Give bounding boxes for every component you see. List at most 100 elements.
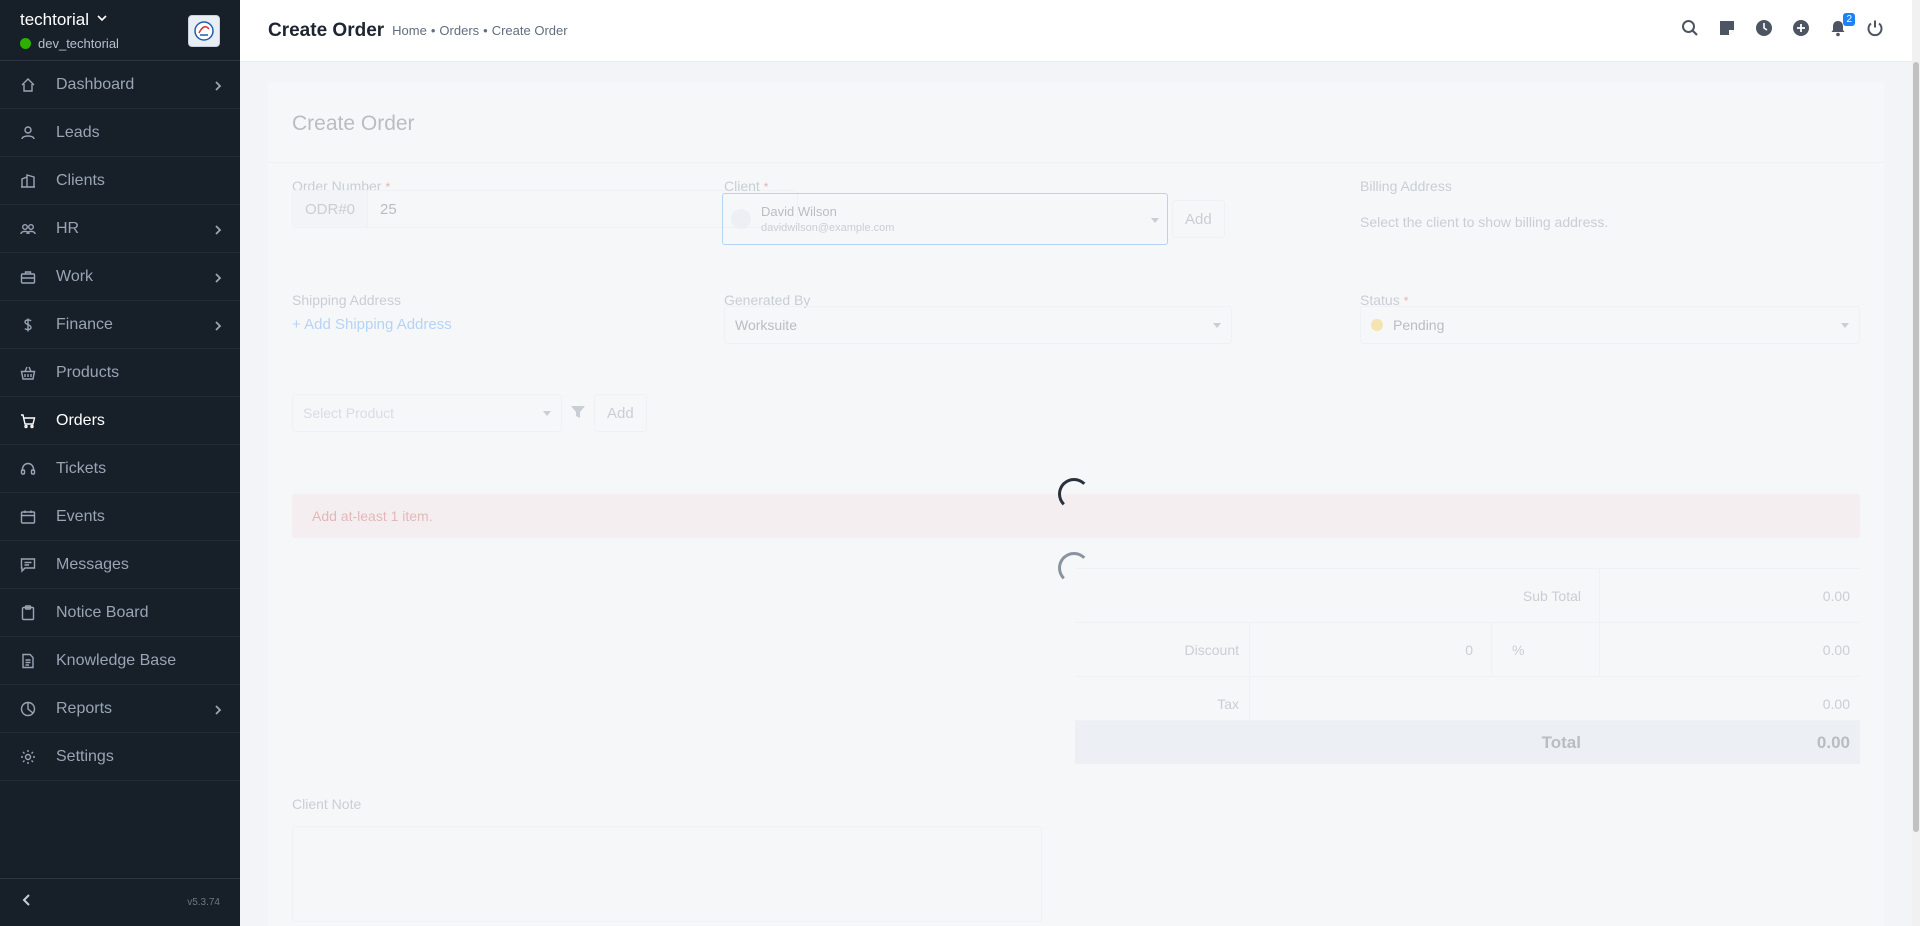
generated-by-select[interactable]: Worksuite: [724, 306, 1232, 344]
sidebar-item-reports[interactable]: Reports: [0, 685, 240, 733]
breadcrumb-separator: •: [483, 23, 488, 38]
notification-badge: 2: [1843, 13, 1855, 26]
add-client-button[interactable]: Add: [1172, 200, 1225, 238]
sidebar-item-messages[interactable]: Messages: [0, 541, 240, 589]
main-content: Create Order Order Number * ODR#0 25 Clie…: [240, 62, 1912, 926]
add-product-button[interactable]: Add: [594, 394, 647, 432]
people-icon: [20, 221, 36, 237]
breadcrumb: Home • Orders • Create Order: [392, 23, 567, 38]
clipboard-icon: [20, 604, 36, 621]
total-value: 0.00: [1816, 732, 1850, 752]
building-icon: [20, 173, 36, 189]
cart-icon: [20, 413, 36, 429]
order-number-input[interactable]: 25: [368, 191, 409, 227]
sidebar-item-label: HR: [56, 219, 80, 237]
sidebar-menu: Dashboard Leads Clients HR Work Finance Produc…: [0, 61, 240, 781]
client-email: davidwilson@example.com: [761, 222, 895, 234]
breadcrumb-orders[interactable]: Orders: [439, 23, 479, 38]
company-name: techtorial: [20, 10, 89, 29]
sidebar-item-events[interactable]: Events: [0, 493, 240, 541]
discount-type-select[interactable]: %: [1491, 623, 1599, 676]
online-status-dot: [20, 38, 31, 49]
sidebar-item-notice-board[interactable]: Notice Board: [0, 589, 240, 637]
discount-row: Discount 0 % 0.00: [1075, 622, 1860, 676]
total-label: Total: [1541, 732, 1581, 752]
sidebar-item-hr[interactable]: HR: [0, 205, 240, 253]
generated-by-value: Worksuite: [735, 317, 797, 333]
basket-icon: [20, 365, 36, 381]
sub-total-label: Sub Total: [1522, 587, 1581, 604]
sidebar-item-label: Work: [56, 267, 94, 285]
chevron-right-icon: [212, 271, 224, 283]
top-header: Create Order Home • Orders • Create Orde…: [240, 0, 1920, 62]
sidebar-item-products[interactable]: Products: [0, 349, 240, 397]
chat-icon: [20, 557, 36, 573]
power-icon[interactable]: [1866, 19, 1884, 37]
client-select[interactable]: David Wilson davidwilson@example.com: [722, 193, 1168, 245]
add-shipping-address-link[interactable]: + Add Shipping Address: [292, 316, 452, 333]
sidebar-item-dashboard[interactable]: Dashboard: [0, 61, 240, 109]
filter-icon[interactable]: [570, 404, 586, 420]
discount-input[interactable]: 0: [1249, 623, 1491, 676]
sidebar-item-label: Notice Board: [56, 603, 149, 621]
sidebar-item-label: Dashboard: [56, 75, 135, 93]
status-value: Pending: [1393, 317, 1445, 333]
client-note-textarea[interactable]: [292, 826, 1042, 922]
collapse-sidebar-icon[interactable]: [20, 893, 34, 912]
sidebar-item-knowledge-base[interactable]: Knowledge Base: [0, 637, 240, 685]
sidebar-item-label: Leads: [56, 123, 100, 141]
select-product-dropdown[interactable]: Select Product: [292, 394, 562, 432]
sidebar-item-work[interactable]: Work: [0, 253, 240, 301]
briefcase-icon: [20, 269, 36, 285]
breadcrumb-home[interactable]: Home: [392, 23, 427, 38]
add-circle-icon[interactable]: [1792, 19, 1810, 37]
chevron-right-icon: [212, 223, 224, 235]
sub-total-row: Sub Total 0.00: [1075, 568, 1860, 622]
pie-chart-icon: [20, 701, 36, 717]
sidebar-item-clients[interactable]: Clients: [0, 157, 240, 205]
house-icon: [20, 77, 36, 93]
company-logo[interactable]: [188, 15, 220, 47]
sidebar-item-label: Messages: [56, 555, 129, 573]
chevron-down-icon: [1151, 218, 1159, 223]
sidebar-item-tickets[interactable]: Tickets: [0, 445, 240, 493]
sidebar-item-label: Orders: [56, 411, 105, 429]
sidebar-item-label: Clients: [56, 171, 105, 189]
bell-icon[interactable]: 2: [1829, 13, 1855, 37]
sidebar-item-label: Finance: [56, 315, 113, 333]
tax-label: Tax: [1217, 695, 1239, 712]
clock-icon[interactable]: [1755, 19, 1773, 37]
chevron-down-icon: [95, 10, 109, 30]
page-scrollbar-thumb[interactable]: [1913, 62, 1919, 832]
sidebar-footer: v5.3.74: [0, 878, 240, 926]
card-title: Create Order: [292, 112, 415, 135]
chevron-down-icon: [543, 411, 551, 416]
total-row: Total 0.00: [1075, 720, 1860, 764]
search-icon[interactable]: [1681, 19, 1699, 37]
status-select[interactable]: Pending: [1360, 306, 1860, 344]
sidebar-item-settings[interactable]: Settings: [0, 733, 240, 781]
sidebar: techtorial dev_techtorial Dashboard Leads…: [0, 0, 240, 926]
client-avatar: [731, 209, 751, 229]
headset-icon: [20, 461, 36, 477]
sidebar-item-leads[interactable]: Leads: [0, 109, 240, 157]
loading-spinner: [1058, 552, 1090, 584]
chevron-down-icon: [1213, 323, 1221, 328]
discount-amount: 0.00: [1599, 623, 1860, 676]
page-title: Create Order: [268, 19, 385, 41]
status-pending-dot: [1371, 319, 1383, 331]
breadcrumb-separator: •: [430, 23, 436, 38]
chevron-right-icon: [212, 703, 224, 715]
sticky-note-icon[interactable]: [1718, 19, 1736, 37]
document-icon: [20, 653, 36, 669]
calendar-icon: [20, 509, 36, 525]
sidebar-item-label: Knowledge Base: [56, 651, 177, 669]
shipping-address-label: Shipping Address: [292, 292, 401, 308]
client-note-label: Client Note: [292, 796, 362, 812]
sidebar-item-finance[interactable]: Finance: [0, 301, 240, 349]
client-name: David Wilson: [761, 204, 837, 219]
breadcrumb-current: Create Order: [491, 23, 568, 38]
sub-total-value: 0.00: [1599, 569, 1860, 622]
sidebar-item-orders[interactable]: Orders: [0, 397, 240, 445]
brand-header[interactable]: techtorial dev_techtorial: [0, 0, 240, 61]
